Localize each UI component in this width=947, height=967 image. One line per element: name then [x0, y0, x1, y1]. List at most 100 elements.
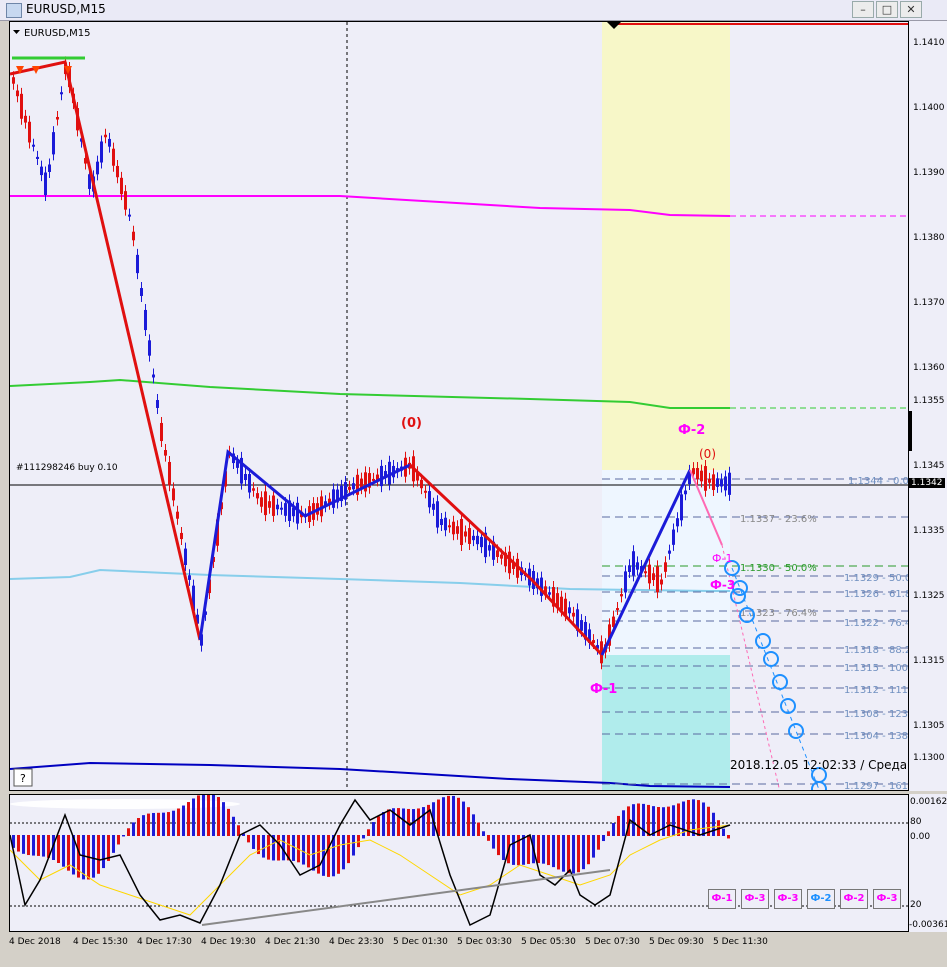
time-tick: 5 Dec 09:30 [649, 937, 704, 947]
candle-body [436, 501, 439, 528]
candle-body [348, 486, 351, 490]
main-chart[interactable]: 1.1344 - 0.0 1.1337 - 23.6% 1.1330 - 50.0%… [9, 21, 909, 791]
phi-button[interactable]: Ф-2 [807, 889, 835, 909]
fib-level-label: 1.1315 - 100. [844, 663, 909, 674]
maximize-button[interactable]: □ [876, 1, 898, 18]
phi-button[interactable]: Ф-3 [774, 889, 802, 909]
histogram-bar [312, 835, 315, 871]
histogram-bar [607, 831, 610, 836]
phi-button[interactable]: Ф-1 [708, 889, 736, 909]
price-tick: 1.1345 [913, 461, 945, 471]
histogram-bar [447, 795, 450, 836]
fib-level-label: 1.1304 - 138. [844, 731, 909, 742]
phi-button[interactable]: Ф-3 [741, 889, 769, 909]
wave-label-phi3: Ф-3 [710, 578, 735, 592]
histogram-bar [357, 835, 360, 848]
histogram-bar [337, 835, 340, 874]
fib-level-label: 1.1308 - 123. [844, 709, 909, 720]
histogram-bar [417, 808, 420, 836]
histogram-bar [692, 799, 695, 836]
price-tick: 1.1370 [913, 298, 945, 308]
candle-body [680, 494, 683, 521]
symbol-label: EURUSD,M15 [24, 28, 90, 39]
indicator-tick: 80 [910, 817, 922, 827]
histogram-bar [437, 799, 440, 836]
price-tick: 1.1380 [913, 233, 945, 243]
indicator-subwindow[interactable]: Ф-1 Ф-3 Ф-3 Ф-2 Ф-2 Ф-3 [9, 794, 909, 932]
candle-body [32, 144, 35, 147]
histogram-bar [17, 835, 20, 852]
candle-body [432, 503, 435, 510]
histogram-bar [317, 835, 320, 874]
price-axis: 1.1410 1.1400 1.1390 1.1380 1.1370 1.136… [909, 21, 947, 791]
candle-body [164, 449, 167, 456]
candle-body [296, 502, 299, 524]
candle-body [132, 231, 135, 241]
price-tick: 1.1390 [913, 168, 945, 178]
current-price-tag: 1.1342 [909, 478, 945, 488]
candle-body [668, 550, 671, 554]
histogram-bar [397, 808, 400, 836]
candle-body [580, 620, 583, 631]
time-tick: 5 Dec 11:30 [713, 937, 768, 947]
histogram-bar [172, 810, 175, 836]
histogram-bar [387, 809, 390, 836]
close-button[interactable]: ✕ [900, 1, 922, 18]
histogram-bar [362, 835, 365, 839]
candle-body [568, 607, 571, 614]
candle-body [468, 528, 471, 544]
histogram-bar [352, 835, 355, 856]
histogram-bar [722, 828, 725, 836]
histogram-bar [137, 818, 140, 836]
histogram-bar [157, 812, 160, 836]
histogram-bar [97, 835, 100, 874]
fib-level-label: 1.1326 - 61.8 [844, 589, 909, 600]
candle-body [168, 461, 171, 486]
histogram-bar [292, 835, 295, 861]
fib-level-label: 1.1312 - 111. [844, 685, 909, 696]
candle-body [176, 511, 179, 519]
histogram-bar [442, 797, 445, 836]
histogram-bar [217, 797, 220, 836]
histogram-bar [277, 835, 280, 861]
phi-button[interactable]: Ф-3 [873, 889, 901, 909]
histogram-bar [37, 835, 40, 856]
histogram-bar [632, 804, 635, 836]
minimize-button[interactable]: – [852, 1, 874, 18]
candle-body [704, 466, 707, 491]
histogram-bar [512, 835, 515, 865]
fib-level-label: 1.1329 - 50.0 [844, 573, 909, 584]
histogram-bar [477, 822, 480, 836]
histogram-bar [27, 835, 30, 856]
candle-body [656, 566, 659, 593]
terminal-window: { "window": { "title": "EURUSD,M15" }, "… [0, 0, 947, 967]
fib-level-label: 1.1318 - 88.2 [844, 645, 909, 656]
candle-body [52, 132, 55, 155]
candle-body [160, 422, 163, 442]
candle-body [268, 501, 271, 508]
candle-body [12, 77, 15, 84]
histogram-bar [142, 815, 145, 836]
candle-body [508, 551, 511, 574]
candle-body [620, 594, 623, 597]
histogram-bar [497, 835, 500, 856]
histogram-bar [117, 835, 120, 845]
fib-level-label: 1.1297 - 161. [844, 781, 909, 791]
histogram-bar [567, 835, 570, 874]
candle-body [616, 608, 619, 611]
fib-level-label: 1.1322 - 76.4 [844, 618, 909, 629]
candle-body [100, 141, 103, 163]
candle-body [712, 474, 715, 491]
scroll-marker [909, 411, 912, 451]
histogram-bar [422, 807, 425, 836]
candle-body [260, 497, 263, 507]
histogram-bar [222, 802, 225, 836]
phi-button[interactable]: Ф-2 [840, 889, 868, 909]
candle-body [628, 565, 631, 573]
time-tick: 5 Dec 01:30 [393, 937, 448, 947]
candle-body [644, 571, 647, 574]
histogram-bar [182, 805, 185, 836]
time-tick: 5 Dec 07:30 [585, 937, 640, 947]
histogram-bar [382, 812, 385, 836]
help-button-label: ? [20, 772, 26, 785]
